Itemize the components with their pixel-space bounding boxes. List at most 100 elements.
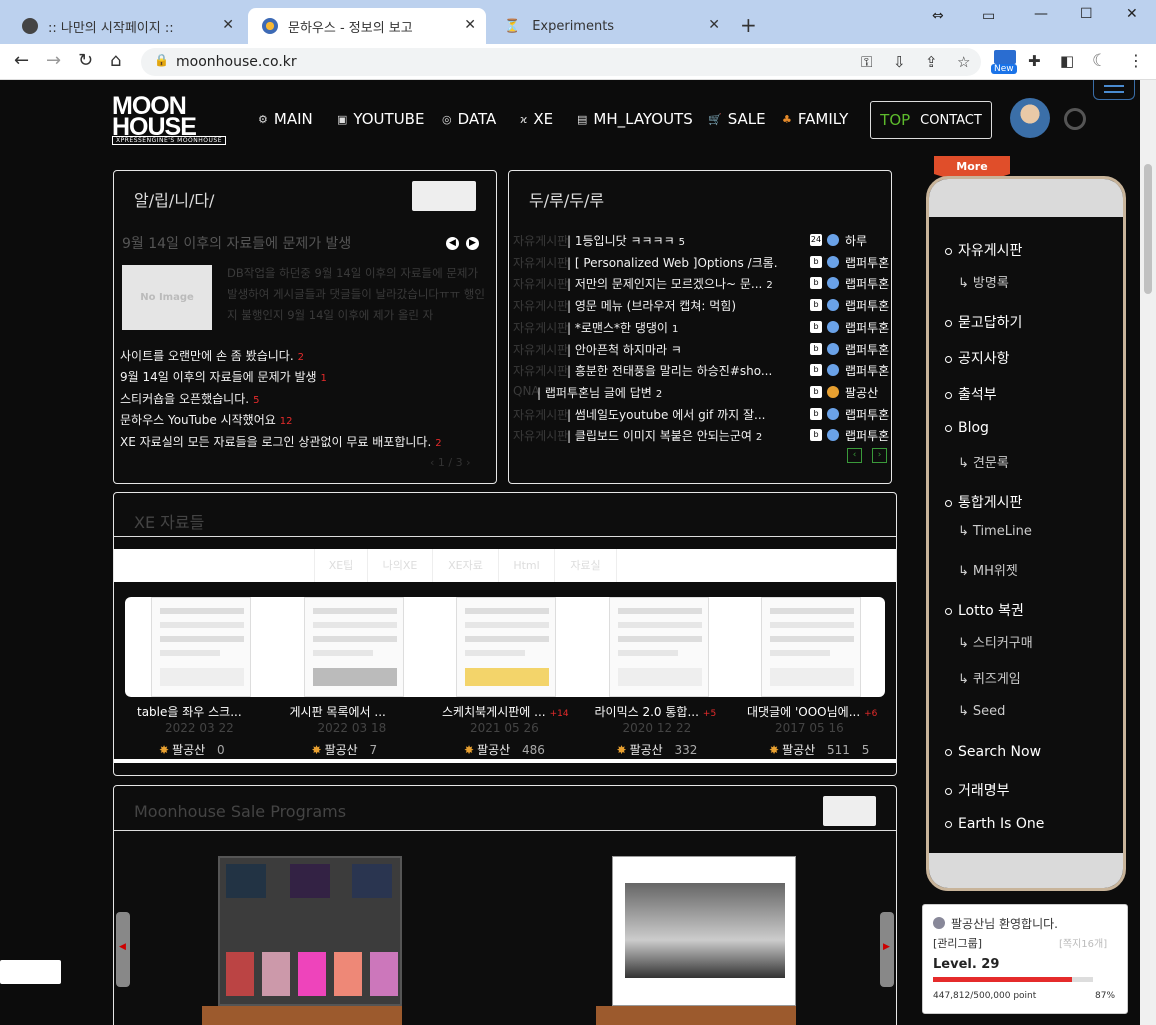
xe-card-title[interactable]: 라이믹스 2.0 통합... +5 (595, 703, 745, 720)
board-title[interactable]: | 클립보드 이미지 복붙은 안되는군여 2 (567, 427, 762, 444)
scrollbar[interactable] (1140, 80, 1156, 1025)
menu-item[interactable]: 출석부 (945, 384, 997, 404)
scrollbar-thumb[interactable] (1144, 164, 1152, 294)
board-row[interactable]: 자유게시판 | 클립보드 이미지 복붙은 안되는군여 2 b 랩퍼투혼 (513, 427, 889, 445)
new-tab-button[interactable]: + (740, 13, 757, 37)
nav-youtube[interactable]: ▣ YOUTUBE (337, 110, 424, 128)
carousel-prev-button[interactable]: ◀ (116, 912, 130, 987)
xe-card[interactable]: 라이믹스 2.0 통합... +5 2020 12 22 ✸ 팔공산 332 (595, 597, 735, 757)
sale-product-image[interactable] (612, 856, 796, 1006)
menu-item[interactable]: Search Now (945, 744, 1041, 760)
nav-xe[interactable]: ϰ XE (520, 110, 553, 128)
board-user[interactable]: 랩퍼투혼 (845, 275, 889, 292)
tab-xe-data[interactable]: XE자료 (433, 549, 499, 582)
back-button[interactable]: ← (14, 50, 29, 72)
menu-item[interactable]: Earth Is One (945, 816, 1044, 832)
menu-kebab-icon[interactable]: ⋮ (1128, 50, 1144, 72)
xe-card-title[interactable]: 스케치북게시판에 ... +14 (442, 703, 592, 720)
more-button[interactable] (823, 796, 876, 826)
tab-xe-tip[interactable]: XE팁 (314, 549, 368, 582)
board-row[interactable]: 자유게시판 | 썸네일도youtube 에서 gif 까지 잘... b 랩퍼투혼 (513, 406, 889, 424)
board-row[interactable]: 자유게시판 | 영문 메뉴 (브라우저 캡쳐: 먹힘) b 랩퍼투혼 (513, 297, 889, 315)
xe-card[interactable]: 스케치북게시판에 ... +14 2021 05 26 ✸ 팔공산 486 (442, 597, 582, 757)
board-user[interactable]: 랩퍼투혼 (845, 362, 889, 379)
board-user[interactable]: 하루 (845, 232, 867, 249)
notice-item[interactable]: 문하우스 YouTube 시작했어요 12 (120, 411, 293, 428)
sidepanel-icon[interactable]: ◧ (1060, 50, 1074, 72)
menu-subitem[interactable]: ↳ Seed (958, 704, 1005, 719)
featured-title[interactable]: 9월 14일 이후의 자료들에 문제가 발생 (122, 233, 351, 253)
nav-main[interactable]: ⚙ MAIN (258, 110, 313, 128)
xe-card[interactable]: 대댓글에 'OOO님에... +6 2017 05 16 ✸ 팔공산 511 5 (747, 597, 887, 757)
menu-item[interactable]: 거래명부 (945, 780, 1010, 800)
menu-subitem[interactable]: ↳ 스티커구매 (958, 632, 1033, 651)
search-icon[interactable] (1064, 108, 1086, 130)
avatar[interactable] (1010, 98, 1050, 138)
board-title[interactable]: | 1등입니닷 ㅋㅋㅋㅋ 5 (567, 232, 685, 249)
nav-mh-layouts[interactable]: ▤ MH_LAYOUTS (577, 110, 693, 128)
pager[interactable]: ‹ 1 / 3 › (430, 456, 471, 469)
xe-card-thumbnail[interactable] (608, 597, 709, 697)
profile-icon[interactable]: ☾ (1092, 50, 1107, 72)
xe-card[interactable]: table을 좌우 스크... 2022 03 22 ✸ 팔공산 0 (137, 597, 277, 757)
notice-item[interactable]: XE 자료실의 모든 자료들을 로그인 상관없이 무료 배포합니다. 2 (120, 433, 442, 450)
nav-sale[interactable]: 🛒 SALE (708, 110, 766, 128)
menu-item[interactable]: 묻고답하기 (945, 312, 1022, 332)
sale-product-image[interactable] (218, 856, 402, 1006)
tablet-icon[interactable]: ▭ (982, 8, 995, 24)
xe-card-title[interactable]: table을 좌우 스크... (137, 703, 287, 720)
menu-item[interactable]: 자유게시판 (945, 240, 1022, 260)
board-title[interactable]: | [ Personalized Web ]Options /크롬...2 (567, 254, 777, 271)
board-title[interactable]: | 썸네일도youtube 에서 gif 까지 잘... (567, 406, 769, 423)
window-close-button[interactable]: ✕ (1126, 6, 1138, 22)
close-icon[interactable]: ✕ (222, 17, 234, 33)
next-icon[interactable]: ▶ (466, 237, 479, 250)
xe-card-title[interactable]: 대댓글에 'OOO님에... +6 (747, 703, 897, 720)
board-title[interactable]: | 랩퍼투혼님 글에 답변 2 (537, 384, 662, 401)
puzzle-icon[interactable]: ✚ (1028, 50, 1041, 72)
tab-experiments[interactable]: ⏳ Experiments ✕ (490, 8, 730, 44)
xe-card-thumbnail[interactable] (456, 597, 556, 697)
board-user[interactable]: 랩퍼투혼 (845, 427, 889, 444)
board-user[interactable]: 팔공산 (845, 384, 878, 401)
board-row[interactable]: QNA | 랩퍼투혼님 글에 답변 2 b 팔공산 (513, 384, 887, 402)
close-icon[interactable]: ✕ (708, 17, 720, 33)
message-link[interactable]: [쪽지16개] (1059, 935, 1107, 950)
tab-html[interactable]: Html (499, 549, 555, 582)
board-title[interactable]: | 흥분한 전태풍을 말리는 하승진#sho... (567, 362, 776, 379)
menu-subitem[interactable]: ↳ 방명록 (958, 272, 1009, 291)
notice-item[interactable]: 스티커숍을 오픈했습니다. 5 (120, 390, 259, 407)
site-logo[interactable]: MOON HOUSE (112, 94, 197, 140)
board-user[interactable]: 랩퍼투혼 (845, 406, 889, 423)
menu-item[interactable]: Blog (945, 420, 989, 436)
bookmark-star-icon[interactable]: ☆ (957, 53, 970, 71)
xe-card[interactable]: 게시판 목록에서 ... 2022 03 18 ✸ 팔공산 7 (290, 597, 430, 757)
board-user[interactable]: 랩퍼투혼 (845, 341, 889, 358)
close-icon[interactable]: ✕ (464, 17, 476, 33)
prev-icon[interactable]: ◀ (446, 237, 459, 250)
board-row[interactable]: 자유게시판 | *로맨스*한 댕댕이 1 b 랩퍼투혼 (513, 319, 889, 337)
xe-card-title[interactable]: 게시판 목록에서 ... (290, 703, 440, 720)
prev-page-button[interactable]: ‹ (847, 448, 862, 463)
board-user[interactable]: 랩퍼투혼 (845, 297, 889, 314)
hamburger-button[interactable] (1093, 80, 1135, 100)
board-user[interactable]: 랩퍼투혼 (845, 254, 889, 271)
maximize-button[interactable]: ☐ (1080, 6, 1093, 22)
tab-moonhouse[interactable]: 문하우스 - 정보의 보고 ✕ (248, 8, 486, 44)
minimize-button[interactable]: — (1034, 6, 1048, 22)
address-bar[interactable]: 🔒 moonhouse.co.kr ⚿ ⇩ ⇪ ☆ (141, 48, 981, 76)
reload-button[interactable]: ↻ (78, 50, 93, 72)
tab-my-xe[interactable]: 나의XE (368, 549, 433, 582)
board-title[interactable]: | 영문 메뉴 (브라우저 캡쳐: 먹힘) (567, 297, 740, 314)
extension-icon[interactable] (994, 50, 1016, 64)
tab-archive[interactable]: 자료실 (555, 549, 617, 582)
menu-subitem[interactable]: ↳ 견문록 (958, 452, 1009, 471)
carousel-next-button[interactable]: ▶ (880, 912, 894, 987)
xe-card-thumbnail[interactable] (303, 597, 404, 697)
board-title[interactable]: | 저만의 문제인지는 모르겠으나~ 문... 2 (567, 275, 773, 292)
contact-button[interactable]: TOP CONTACT (870, 101, 992, 139)
menu-subitem[interactable]: ↳ TimeLine (958, 524, 1032, 539)
next-page-button[interactable]: › (872, 448, 887, 463)
xe-card-thumbnail[interactable] (761, 597, 861, 697)
menu-item[interactable]: 통합게시판 (945, 492, 1022, 512)
